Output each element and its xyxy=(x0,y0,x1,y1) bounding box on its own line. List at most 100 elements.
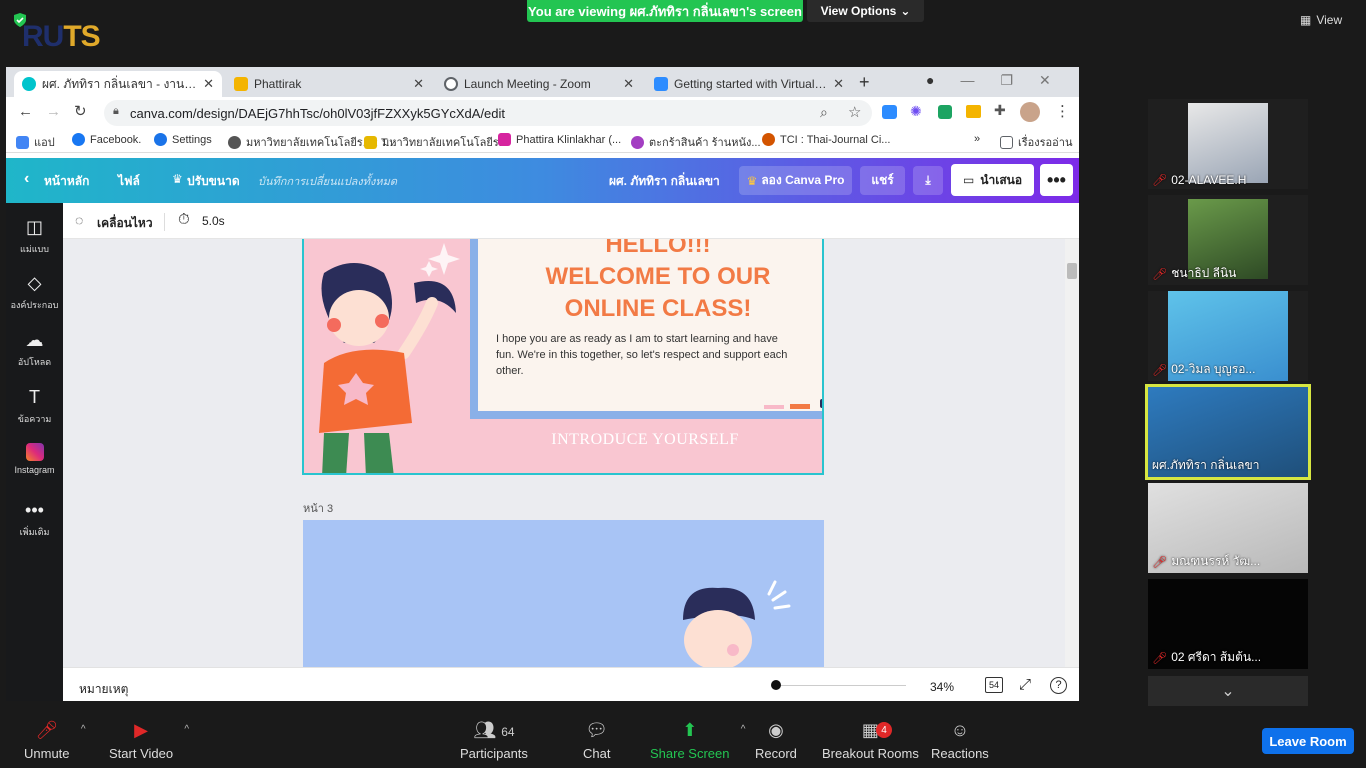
chevron-left-icon[interactable]: ‹ xyxy=(24,170,29,188)
start-video-button[interactable]: ▶︎ Start Video ^ xyxy=(109,720,189,761)
mic-muted-icon: 🎤︎ xyxy=(1152,266,1168,281)
slide-body-text[interactable]: I hope you are as ready as I am to start… xyxy=(496,331,796,379)
fullscreen-expand-icon[interactable]: ⤢ xyxy=(1019,676,1031,693)
forward-arrow-icon[interactable]: → xyxy=(46,103,61,120)
back-arrow-icon[interactable]: ← xyxy=(18,103,33,120)
bookmark-label: ตะกร้าสินค้า ร้านหนัง... xyxy=(649,137,761,149)
chat-button[interactable]: 💬︎ Chat xyxy=(583,720,610,761)
design-title[interactable]: ผศ. ภัททิรา กลิ่นเลขา xyxy=(609,172,720,191)
help-button[interactable]: ? xyxy=(1050,677,1067,694)
share-button[interactable]: แชร์ xyxy=(860,166,905,195)
sidebar-item-uploads[interactable]: ☁ อัปโหลด xyxy=(6,330,63,369)
reload-icon[interactable]: ↻ xyxy=(74,102,87,120)
profile-avatar[interactable] xyxy=(1020,102,1040,122)
zoom-slider-track[interactable] xyxy=(776,685,906,686)
viewing-screen-banner: You are viewing ผศ.ภัททิรา กลิ่นเลขา's s… xyxy=(527,0,803,22)
bookmark-tci[interactable]: TCI : Thai-Journal Ci... xyxy=(762,133,890,146)
sidebar-item-instagram[interactable]: Instagram xyxy=(6,443,63,475)
try-canva-pro-button[interactable]: ♛ ลอง Canva Pro xyxy=(739,166,852,195)
extension-yellow-icon[interactable] xyxy=(966,105,981,118)
bookmark-instagram[interactable]: Phattira Klinlakhar (... xyxy=(498,133,621,146)
canvas-vertical-scrollbar[interactable] xyxy=(1065,239,1079,667)
tab-launch-meeting[interactable]: Launch Meeting - Zoom ✕ xyxy=(436,71,642,97)
close-tab-icon[interactable]: ✕ xyxy=(623,76,634,92)
url-field[interactable]: 🔒︎ canva.com/design/DAEjG7hhTsc/oh0lV03j… xyxy=(104,100,872,126)
participant-name: 🎤︎ มณฑนรรห์ วัฒ... xyxy=(1152,552,1260,571)
page-count-button[interactable]: 54 xyxy=(985,677,1003,693)
tab-search-icon[interactable]: ● xyxy=(926,72,934,89)
sidebar-label: องค์ประกอบ xyxy=(10,300,59,310)
bookmark-settings[interactable]: Settings xyxy=(154,133,212,146)
slide-hello-heading[interactable]: HELLO!!! WELCOME TO OUR ONLINE CLASS! xyxy=(478,239,822,325)
bookmark-shop[interactable]: ตะกร้าสินค้า ร้านหนัง... xyxy=(631,133,761,151)
leave-room-button[interactable]: Leave Room xyxy=(1262,728,1354,754)
scroll-participants-down-button[interactable]: ⌄ xyxy=(1148,676,1308,706)
duration-button[interactable]: 5.0s xyxy=(202,214,225,228)
slide-page-2[interactable]: HELLO!!! WELCOME TO OUR ONLINE CLASS! I … xyxy=(302,239,824,475)
more-options-button[interactable]: ••• xyxy=(1040,164,1073,196)
notes-button[interactable]: หมายเหตุ xyxy=(79,680,128,699)
eraser xyxy=(820,399,822,408)
zoom-extension-icon[interactable] xyxy=(882,105,897,119)
home-button[interactable]: หน้าหลัก xyxy=(44,172,89,191)
view-layout-button[interactable]: ▦ View xyxy=(1300,10,1360,30)
sidebar-item-more[interactable]: ••• เพิ่มเติม xyxy=(6,500,63,539)
bookmark-reading-list[interactable]: เรื่องรออ่าน xyxy=(1000,133,1072,151)
bookmark-university-2[interactable]: มหาวิทยาลัยเทคโนโลยีร... xyxy=(364,133,508,151)
extension-green-icon[interactable] xyxy=(938,105,952,119)
bookmarks-overflow-chevron[interactable]: » xyxy=(974,133,980,145)
participants-button[interactable]: 👥︎ 64 Participants xyxy=(460,720,528,761)
view-options-button[interactable]: View Options ⌄ xyxy=(807,0,924,22)
caret-up-icon[interactable]: ^ xyxy=(81,724,86,735)
file-menu[interactable]: ไฟล์ xyxy=(118,172,140,191)
bookmark-star-icon[interactable]: ☆ xyxy=(848,103,861,121)
present-button[interactable]: ▭ นำเสนอ xyxy=(951,164,1034,196)
zoom-lens-icon[interactable]: ⌕ xyxy=(820,104,828,121)
close-tab-icon[interactable]: ✕ xyxy=(203,76,214,92)
participant-tile[interactable]: 🎤︎ 02 ศรีดา ส้มต้น... xyxy=(1148,579,1308,669)
extension-flower-icon[interactable]: ✺ xyxy=(910,103,922,120)
bookmark-label: TCI : Thai-Journal Ci... xyxy=(780,133,891,146)
share-screen-button[interactable]: ⬆ Share Screen ^ xyxy=(650,720,746,761)
sidebar-item-text[interactable]: T ข้อความ xyxy=(6,387,63,426)
close-tab-icon[interactable]: ✕ xyxy=(413,76,424,92)
bookmark-facebook[interactable]: Facebook. xyxy=(72,133,141,146)
kebab-menu-icon[interactable]: ⋮ xyxy=(1055,102,1070,120)
zoom-percentage[interactable]: 34% xyxy=(930,680,954,694)
new-tab-plus-icon[interactable]: + xyxy=(859,72,870,93)
download-button[interactable]: ⤓ xyxy=(913,166,943,195)
close-window-icon[interactable]: ✕ xyxy=(1039,72,1051,89)
bookmark-apps[interactable]: แอป xyxy=(16,133,55,151)
animate-circle-icon: ◌ xyxy=(75,212,84,228)
participant-tile[interactable]: 🎤︎ ชนาธิป ลีนิน xyxy=(1148,195,1308,285)
participant-tile[interactable]: 🎤︎ มณฑนรรห์ วัฒ... xyxy=(1148,483,1308,573)
minimize-icon[interactable]: — xyxy=(960,72,974,89)
participant-tile[interactable]: 🎤︎ 02-วิมล บุญรอ... xyxy=(1148,291,1308,381)
sidebar-item-templates[interactable]: ◫ แม่แบบ xyxy=(6,217,63,256)
scrollbar-thumb[interactable] xyxy=(1067,263,1077,279)
facebook-icon xyxy=(72,133,85,146)
close-tab-icon[interactable]: ✕ xyxy=(833,76,844,92)
unmute-button[interactable]: 🎤︎ Unmute ^ xyxy=(24,720,86,761)
record-button[interactable]: ◉ Record xyxy=(755,720,797,761)
animate-button[interactable]: เคลื่อนไหว xyxy=(97,214,153,233)
text-icon: T xyxy=(29,387,40,407)
tab-canva[interactable]: ผศ. ภัททิรา กลิ่นเลขา - งานนำเสนอ ( ✕ xyxy=(14,71,222,97)
breakout-rooms-button[interactable]: ▦ Breakout Rooms xyxy=(822,720,919,761)
tab-zoom-virtual-background[interactable]: Getting started with Virtual Back ✕ xyxy=(646,71,852,97)
resize-button[interactable]: ปรับขนาด xyxy=(187,172,240,191)
reactions-button[interactable]: ☺︎ Reactions xyxy=(931,720,989,761)
slide-page-3[interactable] xyxy=(303,520,824,667)
sidebar-item-elements[interactable]: ◇ องค์ประกอบ xyxy=(6,273,63,312)
slides-favicon-icon xyxy=(234,77,248,91)
caret-up-icon[interactable]: ^ xyxy=(741,724,746,735)
tab-phattirak[interactable]: Phattirak ✕ xyxy=(226,71,432,97)
chrome-browser-window: ผศ. ภัททิรา กลิ่นเลขา - งานนำเสนอ ( ✕ Ph… xyxy=(6,67,1079,701)
participant-tile[interactable]: 🎤︎ 02-ALAVEE.H xyxy=(1148,99,1308,189)
caret-up-icon[interactable]: ^ xyxy=(184,724,189,735)
extensions-puzzle-icon[interactable]: ✚ xyxy=(994,102,1006,119)
participant-tile-active-speaker[interactable]: ผศ.ภัททิรา กลิ่นเลขา xyxy=(1145,384,1311,480)
zoom-slider-handle[interactable] xyxy=(771,680,781,690)
restore-icon[interactable]: ❐ xyxy=(1000,72,1013,89)
slide-introduce-text[interactable]: INTRODUCE YOURSELF xyxy=(304,431,822,449)
